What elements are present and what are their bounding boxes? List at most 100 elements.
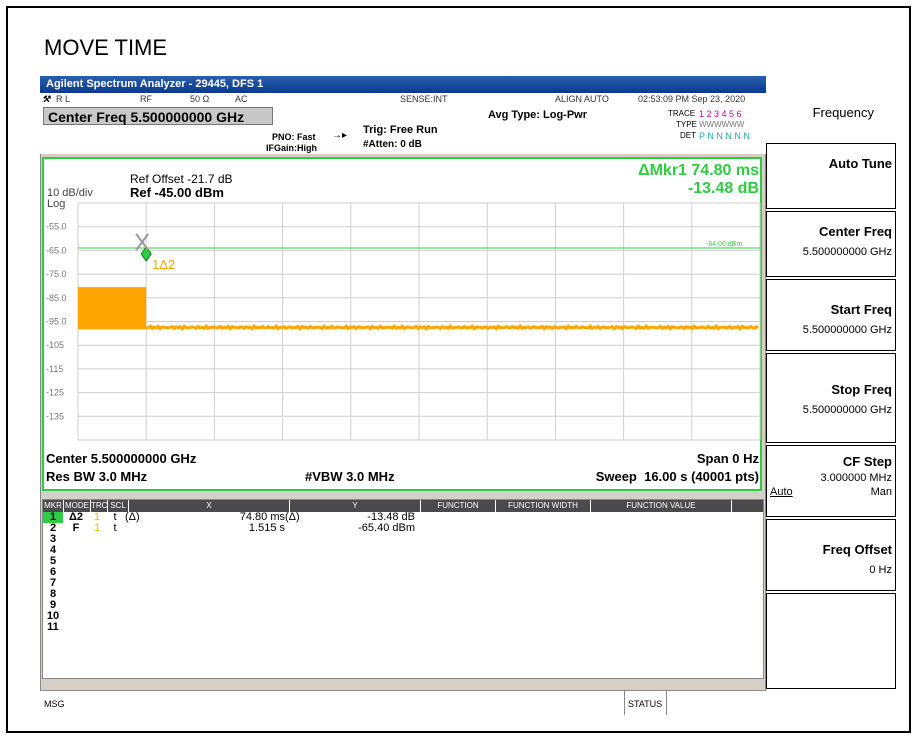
- col-header[interactable]: FUNCTION: [421, 500, 496, 512]
- det-label: DET: [680, 131, 696, 140]
- man-option[interactable]: Man: [871, 486, 892, 498]
- marker-cell-xmode: [125, 611, 165, 622]
- marker-row[interactable]: 6: [43, 567, 763, 578]
- status-divider: [666, 691, 667, 715]
- ref-offset: Ref Offset -21.7 dB: [130, 172, 233, 186]
- marker-row[interactable]: 5: [43, 556, 763, 567]
- trace-display[interactable]: [42, 157, 762, 491]
- marker-row[interactable]: 10: [43, 611, 763, 622]
- marker-cell-mkr: 1: [43, 512, 63, 523]
- marker-cell-ymode: [285, 600, 315, 611]
- marker-cell-mode: Δ2: [68, 512, 84, 523]
- col-header[interactable]: SCL: [108, 500, 129, 512]
- col-header[interactable]: MODE: [64, 500, 91, 512]
- marker-cell-y: -13.48 dB: [367, 512, 415, 523]
- marker-cell-mode: [63, 622, 89, 633]
- marker-cell-trc: [89, 556, 105, 567]
- cf-step-button[interactable]: CF Step 3.000000 MHz Auto Man: [766, 445, 896, 517]
- marker-table-header: MKR MODE TRC SCL X Y FUNCTION FUNCTION WIDTH FUN…: [43, 500, 763, 512]
- marker-cell-x: [165, 556, 285, 567]
- marker-cell-mode: [63, 567, 89, 578]
- marker-readout-1: ΔMkr1 74.80 ms: [638, 162, 759, 179]
- marker-cell-mkr: 7: [49, 578, 57, 589]
- marker-row[interactable]: 7: [43, 578, 763, 589]
- res-bw-label: Res BW 3.0 MHz: [46, 469, 148, 484]
- marker-cell-y: [315, 534, 415, 545]
- col-header[interactable]: MKR: [43, 500, 64, 512]
- marker-cell-xmode: [125, 600, 165, 611]
- col-header[interactable]: X: [129, 500, 290, 512]
- marker-cell-mkr: 9: [49, 600, 57, 611]
- marker-cell-y: [315, 567, 415, 578]
- marker-cell-mode: [63, 578, 89, 589]
- marker-cell-xmode: [125, 523, 165, 534]
- marker-cell-x: [165, 600, 285, 611]
- freq-offset-button[interactable]: Freq Offset 0 Hz: [766, 519, 896, 591]
- marker-cell-trc: [89, 589, 105, 600]
- marker-cell-trc: [89, 534, 105, 545]
- marker-cell-xmode: [125, 622, 165, 633]
- marker-cell-x: [165, 545, 285, 556]
- marker-cell-mkr: 3: [49, 534, 57, 545]
- marker-row[interactable]: 3: [43, 534, 763, 545]
- start-freq-button[interactable]: Start Freq 5.500000000 GHz: [766, 279, 896, 351]
- marker-row[interactable]: 2 F 1 t 1.515 s -65.40 dBm: [43, 523, 763, 534]
- col-header[interactable]: FUNCTION VALUE: [591, 500, 732, 512]
- marker-cell-scl: [105, 589, 125, 600]
- marker-cell-xmode: [125, 545, 165, 556]
- timestamp: 02:53:09 PM Sep 23, 2020: [638, 94, 746, 104]
- center-freq-display[interactable]: Center Freq 5.500000000 GHz: [43, 107, 273, 125]
- trace-numbers: 1 2 3 4 5 6: [699, 109, 742, 119]
- marker-cell-y: [315, 611, 415, 622]
- marker-cell-mkr: 11: [47, 622, 59, 633]
- rl-icon: ⚒: [42, 94, 51, 104]
- auto-option[interactable]: Auto: [770, 486, 793, 498]
- marker-cell-scl: [105, 611, 125, 622]
- status-row: ⚒ R L RF 50 Ω AC SENSE:INT ALIGN AUTO 02…: [40, 93, 766, 107]
- menu-title: Frequency: [812, 105, 874, 120]
- marker-cell-scl: [105, 534, 125, 545]
- center-freq-button[interactable]: Center Freq 5.500000000 GHz: [766, 211, 896, 277]
- marker-cell-y: [315, 556, 415, 567]
- marker-cell-scl: [105, 567, 125, 578]
- rf-label: RF: [140, 94, 152, 104]
- marker-row[interactable]: 4: [43, 545, 763, 556]
- type-value: WWWWWW: [699, 120, 745, 129]
- col-header[interactable]: FUNCTION WIDTH: [496, 500, 591, 512]
- stop-freq-button[interactable]: Stop Freq 5.500000000 GHz: [766, 353, 896, 443]
- marker-cell-x: 74.80 ms: [239, 512, 285, 523]
- col-header[interactable]: TRC: [91, 500, 108, 512]
- sweep-label: Sweep 16.00 s (40001 pts): [595, 469, 759, 484]
- marker-cell-ymode: [285, 611, 315, 622]
- marker-row[interactable]: 9: [43, 600, 763, 611]
- marker-cell-scl: [105, 622, 125, 633]
- ifgain-label: IFGain:High: [266, 143, 317, 153]
- softkey-menu-title: Frequency: [766, 93, 896, 143]
- marker-cell-ymode: (Δ): [285, 512, 300, 523]
- marker-cell-trc: 1: [93, 512, 101, 523]
- marker-cell-ymode: [285, 534, 315, 545]
- marker-cell-mkr: 8: [49, 589, 57, 600]
- col-header[interactable]: Y: [290, 500, 421, 512]
- marker-row[interactable]: 11: [43, 622, 763, 633]
- trace-label: TRACE: [668, 109, 696, 118]
- softkey-blank: [766, 593, 896, 689]
- marker-cell-xmode: [125, 578, 165, 589]
- marker-cell-mode: [63, 556, 89, 567]
- page-title: MOVE TIME: [44, 35, 168, 60]
- marker-cell-scl: [105, 578, 125, 589]
- auto-tune-button[interactable]: Auto Tune: [766, 143, 896, 209]
- marker-cell-x: [165, 622, 285, 633]
- marker-cell-scl: t: [113, 523, 117, 534]
- marker-table[interactable]: MKR MODE TRC SCL X Y FUNCTION FUNCTION WIDTH FUN…: [42, 499, 764, 679]
- avg-type-label: Avg Type: Log-Pwr: [488, 109, 587, 121]
- marker-cell-ymode: [285, 545, 315, 556]
- marker-cell-xmode: [125, 589, 165, 600]
- marker-row[interactable]: 8: [43, 589, 763, 600]
- message-bar: MSG STATUS: [40, 690, 766, 715]
- atten-label: #Atten: 0 dB: [363, 139, 422, 150]
- marker-cell-x: [165, 567, 285, 578]
- marker-row[interactable]: 1 Δ2 1 t (Δ) 74.80 ms (Δ) -13.48 dB: [43, 512, 763, 523]
- sense-label: SENSE:INT: [400, 94, 448, 104]
- marker-cell-y: -65.40 dBm: [358, 523, 415, 534]
